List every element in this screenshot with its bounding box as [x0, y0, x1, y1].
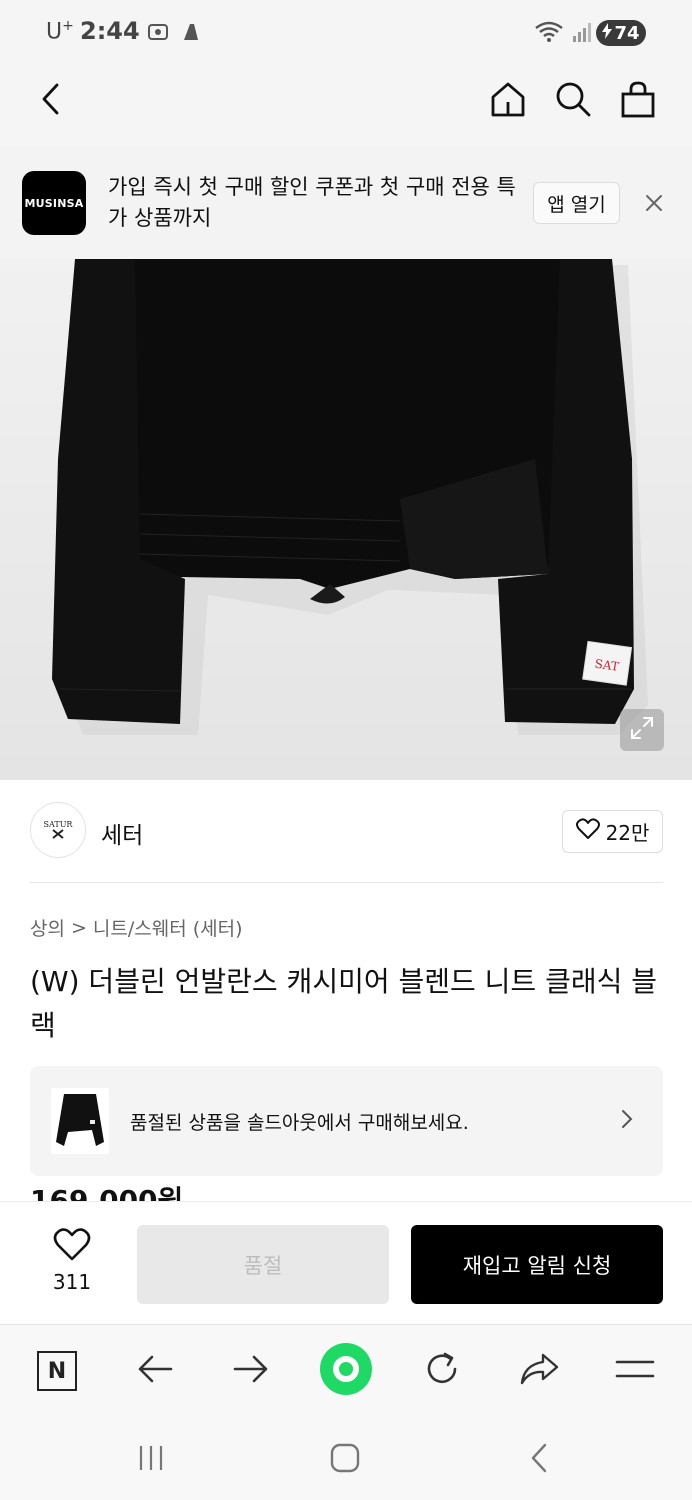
battery-indicator: 74 — [596, 20, 646, 46]
divider — [30, 882, 663, 883]
soldout-card[interactable]: 품절된 상품을 솔드아웃에서 구매해보세요. — [30, 1066, 663, 1176]
soldout-message: 품절된 상품을 솔드아웃에서 구매해보세요. — [130, 1112, 469, 1134]
back-nav-button[interactable] — [517, 1438, 561, 1482]
green-dot-button[interactable] — [318, 1343, 374, 1399]
search-button[interactable] — [550, 78, 596, 124]
app-install-banner: MUSINSA 가입 즉시 첫 구매 할인 쿠폰과 첫 구매 전용 특가 상품까… — [0, 146, 692, 259]
breadcrumb-item-knit[interactable]: 니트/스웨터 (세터) — [93, 914, 243, 941]
open-app-button[interactable]: 앱 열기 — [533, 182, 620, 224]
arrow-right-icon — [233, 1354, 269, 1388]
home-nav-button[interactable] — [323, 1438, 367, 1482]
recent-apps-button[interactable] — [129, 1438, 173, 1482]
wishlist-count: 311 — [52, 1270, 92, 1294]
heart-icon — [53, 1228, 91, 1266]
browser-toolbar: N — [0, 1324, 692, 1416]
breadcrumb-separator: > — [70, 916, 87, 939]
recent-apps-icon — [136, 1443, 166, 1477]
chevron-left-icon — [528, 1442, 550, 1478]
close-icon — [644, 195, 664, 217]
refresh-button[interactable] — [414, 1343, 470, 1399]
naver-button[interactable]: N — [29, 1343, 85, 1399]
back-chevron-icon — [39, 82, 63, 120]
product-title: (W) 더블린 언발란스 캐시미어 블렌드 니트 클래식 블랙 — [30, 965, 658, 1042]
green-dot-icon — [319, 1342, 373, 1400]
system-navigation-bar — [0, 1416, 692, 1500]
product-price: 169,000원 — [30, 1184, 184, 1201]
home-button[interactable] — [485, 78, 531, 124]
share-icon — [519, 1352, 559, 1390]
signal-icon — [572, 21, 592, 47]
screenshot-icon — [146, 20, 170, 48]
naver-n-icon: N — [37, 1351, 77, 1391]
brand-like-count: 22만 — [605, 821, 650, 845]
expand-image-button[interactable] — [620, 709, 664, 751]
refresh-icon — [423, 1350, 461, 1392]
share-button[interactable] — [511, 1343, 567, 1399]
breadcrumb-item-top[interactable]: 상의 — [30, 914, 65, 941]
home-icon — [489, 80, 527, 122]
brand-row: SATUR 세터 22만 — [0, 780, 692, 883]
product-image[interactable]: SAT — [0, 259, 692, 780]
sweater-illustration: SAT — [52, 259, 648, 735]
shopping-bag-icon — [620, 80, 656, 122]
carrier-label: U+ — [46, 18, 74, 45]
brand-logo-mark-icon — [51, 828, 65, 841]
brand-avatar[interactable]: SATUR — [30, 802, 86, 858]
home-square-icon — [329, 1442, 361, 1478]
cart-button[interactable] — [615, 78, 661, 124]
menu-button[interactable] — [607, 1343, 663, 1399]
banner-message: 가입 즉시 첫 구매 할인 쿠폰과 첫 구매 전용 특가 상품까지 — [108, 175, 516, 230]
wishlist-button[interactable]: 311 — [38, 1228, 106, 1294]
search-icon — [554, 80, 592, 122]
expand-icon — [629, 715, 655, 745]
status-bar: U+ 2:44 74 — [0, 0, 692, 56]
wifi-icon — [534, 20, 564, 48]
brand-name[interactable]: 세터 — [101, 816, 143, 850]
charging-icon — [602, 22, 613, 44]
clock: 2:44 — [80, 17, 140, 45]
heart-icon — [575, 818, 600, 845]
banner-close-button[interactable] — [644, 193, 668, 217]
restock-alert-button[interactable]: 재입고 알림 신청 — [411, 1225, 663, 1304]
back-button[interactable] — [28, 78, 74, 124]
chevron-right-icon — [620, 1108, 634, 1134]
breadcrumb: 상의 > 니트/스웨터 (세터) — [30, 914, 243, 941]
browser-back-button[interactable] — [127, 1343, 183, 1399]
browser-forward-button[interactable] — [223, 1343, 279, 1399]
musinsa-logo: MUSINSA — [22, 171, 86, 235]
arrow-left-icon — [137, 1354, 173, 1388]
soldout-button: 품절 — [137, 1225, 389, 1304]
brand-logo-text: SATUR — [43, 819, 73, 829]
top-navigation — [0, 56, 692, 146]
soldout-thumbnail — [51, 1088, 109, 1154]
app-notification-icon — [180, 20, 202, 48]
brand-like-button[interactable]: 22만 — [562, 810, 663, 853]
purchase-bar: 311 품절 재입고 알림 신청 — [0, 1201, 692, 1324]
hamburger-menu-icon — [615, 1358, 655, 1384]
